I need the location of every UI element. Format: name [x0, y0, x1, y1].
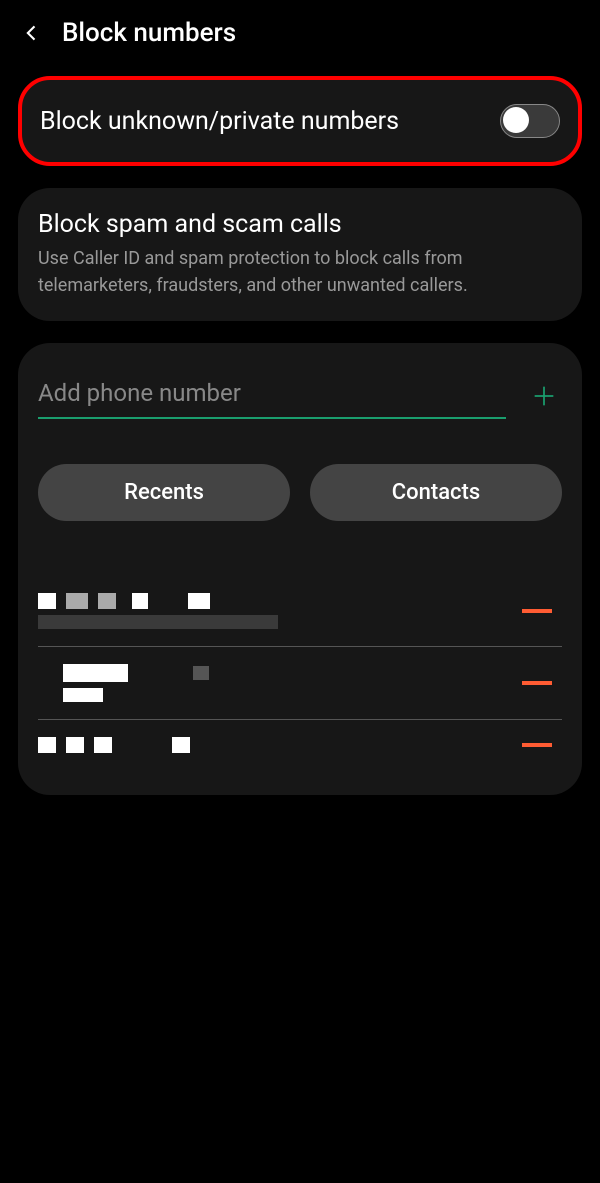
remove-icon[interactable]	[522, 743, 552, 747]
add-icon[interactable]	[526, 378, 562, 414]
block-spam-description: Use Caller ID and spam protection to blo…	[38, 245, 562, 299]
remove-icon[interactable]	[522, 681, 552, 685]
block-spam-title: Block spam and scam calls	[38, 210, 562, 239]
toggle-knob	[503, 107, 529, 133]
block-unknown-card[interactable]: Block unknown/private numbers	[18, 76, 582, 166]
blocked-entry-info	[38, 593, 278, 629]
blocked-entry	[38, 576, 562, 647]
blocked-entry-info	[63, 664, 209, 702]
recents-button[interactable]: Recents	[38, 464, 290, 521]
blocked-list	[38, 576, 562, 770]
block-unknown-toggle[interactable]	[500, 104, 560, 138]
block-spam-card[interactable]: Block spam and scam calls Use Caller ID …	[18, 188, 582, 321]
add-number-card: Recents Contacts	[18, 343, 582, 795]
blocked-entry-info	[38, 737, 190, 753]
remove-icon[interactable]	[522, 609, 552, 613]
back-icon[interactable]	[20, 21, 44, 45]
block-unknown-label: Block unknown/private numbers	[40, 107, 399, 136]
contacts-button[interactable]: Contacts	[310, 464, 562, 521]
phone-input[interactable]	[38, 373, 506, 419]
header: Block numbers	[0, 0, 600, 76]
page-title: Block numbers	[62, 18, 236, 48]
blocked-entry	[38, 647, 562, 720]
blocked-entry	[38, 720, 562, 770]
